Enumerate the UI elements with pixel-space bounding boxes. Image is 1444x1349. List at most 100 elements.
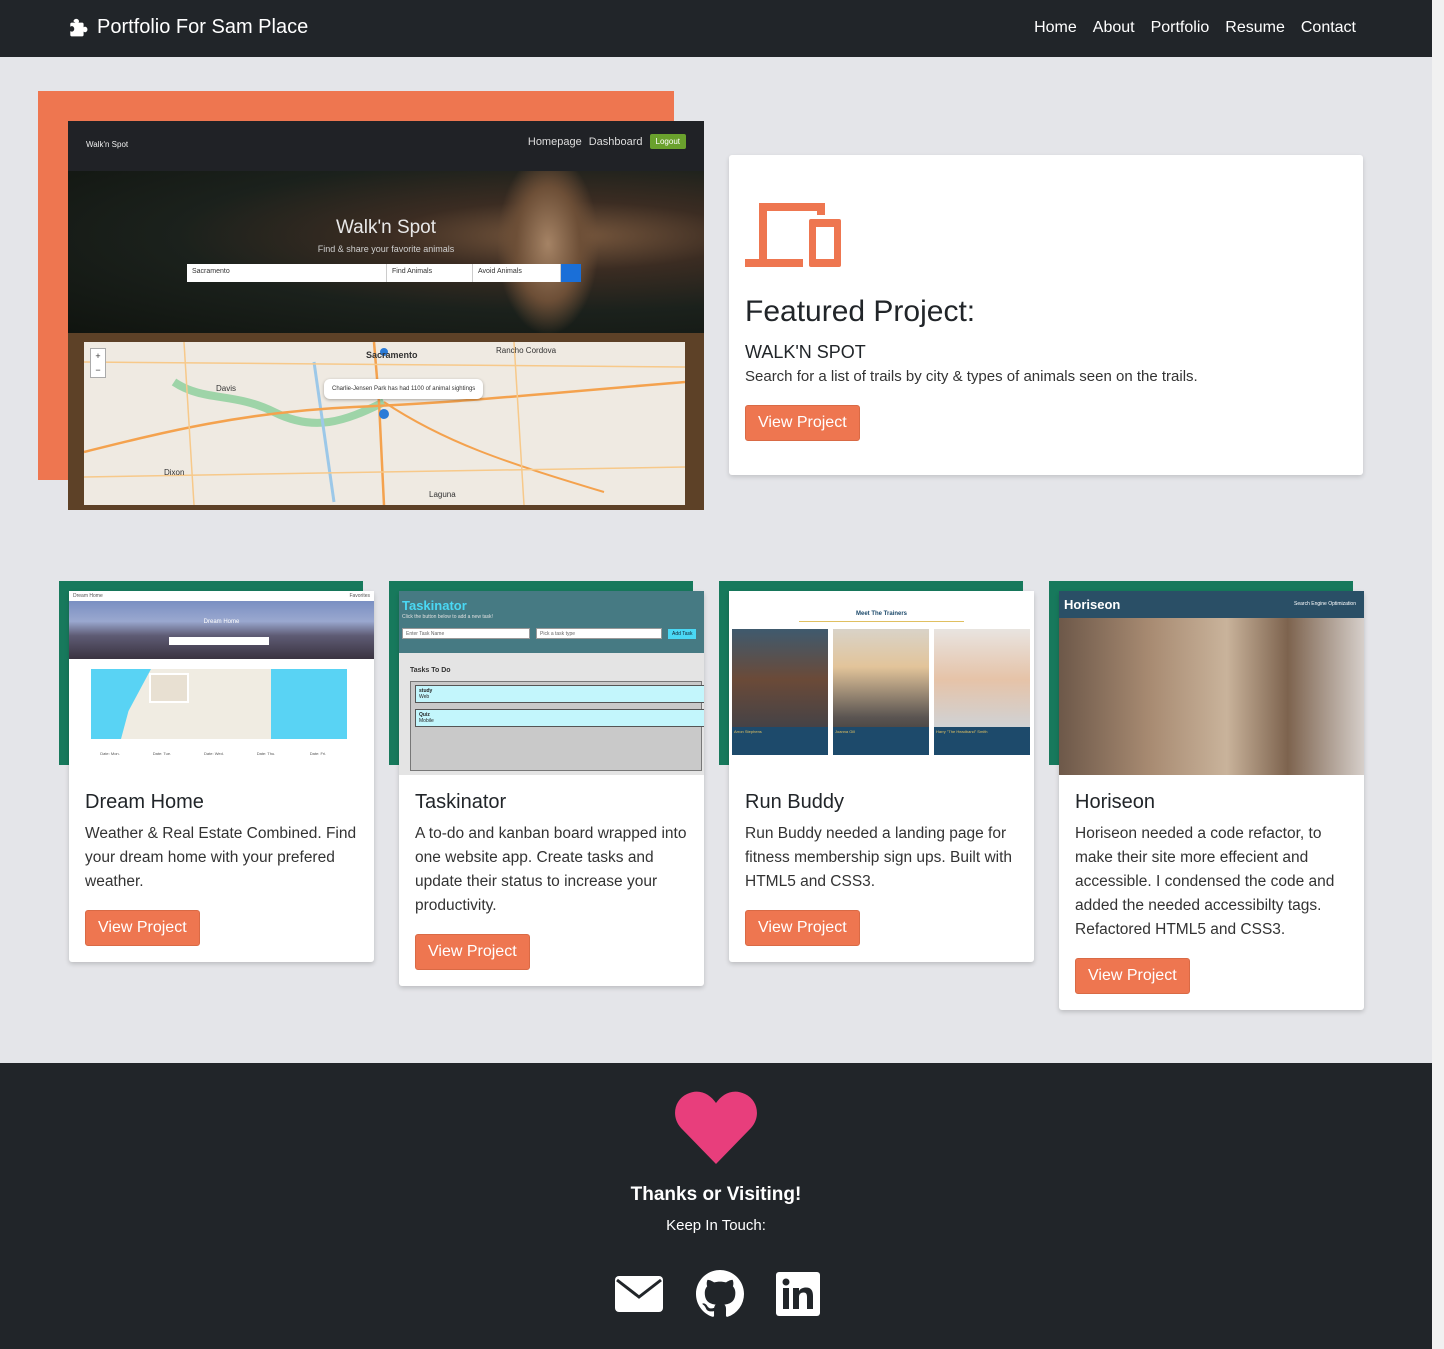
ws-avoid-select: Avoid Animals xyxy=(473,264,561,282)
ws-homepage: Homepage xyxy=(527,135,582,148)
dh-day: Date: Mon. xyxy=(100,751,120,756)
project-body: Dream Home Weather & Real Estate Combine… xyxy=(69,775,374,962)
email-icon[interactable] xyxy=(614,1275,664,1313)
tk-title: Taskinator xyxy=(402,598,467,613)
nav-about[interactable]: About xyxy=(1093,19,1135,37)
project-description: Horiseon needed a code refactor, to make… xyxy=(1075,825,1335,938)
rb-trainer-photo: Arron Stephens xyxy=(732,629,828,755)
project-title: Taskinator xyxy=(415,791,507,813)
ws-zoom-control: + − xyxy=(90,348,106,378)
view-project-button[interactable]: View Project xyxy=(1075,958,1190,994)
ws-logout: Logout xyxy=(649,134,686,149)
map-roads xyxy=(84,342,685,505)
project-screenshot-horiseon: Horiseon Search Engine Optimization xyxy=(1059,591,1364,775)
tk-header: Taskinator Click the button below to add… xyxy=(399,591,704,653)
featured-project-name: WALK'N SPOT xyxy=(745,342,866,362)
view-project-button[interactable]: View Project xyxy=(415,934,530,970)
scrollbar[interactable] xyxy=(1432,0,1444,1349)
tk-task: Quiz Mobile xyxy=(415,709,704,727)
nav-resume[interactable]: Resume xyxy=(1225,19,1285,37)
brand[interactable]: Portfolio For Sam Place xyxy=(68,16,308,39)
tk-add-button: Add Task xyxy=(668,628,697,639)
ws-logo: Walk'n Spot xyxy=(86,140,129,149)
project-body: Run Buddy Run Buddy needed a landing pag… xyxy=(729,775,1034,962)
ws-search-input: Sacramento xyxy=(187,264,387,282)
project-card-run-buddy: Meet The Trainers Arron Stephens Joanna … xyxy=(729,591,1034,962)
featured-heading: Featured Project: xyxy=(745,295,976,328)
ws-search: Sacramento Find Animals Avoid Animals xyxy=(187,264,581,282)
tk-task-type: Mobile xyxy=(419,718,434,724)
dh-day: Date: Fri. xyxy=(309,751,327,756)
heart-icon xyxy=(675,1091,757,1164)
dh-top-title: Dream Home xyxy=(73,593,103,599)
project-screenshot-dream-home: Dream Home Favorites Dream Home Date: Mon… xyxy=(69,591,374,775)
rb-trainer-caption: Joanna Gill xyxy=(833,727,929,755)
view-project-button[interactable]: View Project xyxy=(85,910,200,946)
ws-navbar: Walk'n Spot Homepage Dashboard Logout xyxy=(68,121,704,171)
footer-keep-in-touch: Keep In Touch: xyxy=(666,1217,766,1234)
hs-header: Horiseon Search Engine Optimization xyxy=(1059,591,1364,618)
view-project-button[interactable]: View Project xyxy=(745,910,860,946)
nav-home[interactable]: Home xyxy=(1034,19,1077,37)
dh-hero-title: Dream Home xyxy=(203,619,240,625)
ws-search-button xyxy=(561,264,581,282)
navbar: Portfolio For Sam Place Home About Portf… xyxy=(0,0,1432,57)
tk-task-type: Web xyxy=(419,694,430,700)
featured-description: Search for a list of trails by city & ty… xyxy=(745,368,1198,385)
tk-column-label: Tasks To Do xyxy=(410,667,451,674)
footer: Thanks or Visiting! Keep In Touch: xyxy=(0,1063,1432,1349)
project-screenshot-run-buddy: Meet The Trainers Arron Stephens Joanna … xyxy=(729,591,1034,775)
project-title: Horiseon xyxy=(1075,791,1156,813)
nav-contact[interactable]: Contact xyxy=(1301,19,1356,37)
ws-hero: Walk'n Spot Find & share your favorite a… xyxy=(68,171,704,333)
ws-hero-subtitle: Find & share your favorite animals xyxy=(317,244,455,254)
dh-search xyxy=(169,637,269,645)
ws-hero-title: Walk'n Spot xyxy=(335,217,437,238)
ws-map-wrap: + − Sacramento Rancho Cordova Davis Dixon… xyxy=(68,333,704,510)
rb-trainer-photo: Joanna Gill xyxy=(833,629,929,755)
tk-task-input: Enter Task Name xyxy=(402,628,530,639)
project-description: Run Buddy needed a landing page for fitn… xyxy=(745,825,1013,890)
project-title: Dream Home xyxy=(85,791,204,813)
social-links xyxy=(614,1270,820,1318)
ws-map-popup: Charlie-Jensen Park has had 1100 of anim… xyxy=(324,379,484,399)
ws-city: Laguna xyxy=(429,490,456,499)
devices-icon xyxy=(745,203,841,267)
dh-day: Date: Thu. xyxy=(256,751,276,756)
project-description: Weather & Real Estate Combined. Find you… xyxy=(85,825,357,890)
ws-city: Rancho Cordova xyxy=(496,346,557,355)
dh-day: Date: Tue. xyxy=(152,751,172,756)
hs-title: Horiseon xyxy=(1064,597,1121,612)
nav-portfolio[interactable]: Portfolio xyxy=(1151,19,1210,37)
rb-heading: Meet The Trainers xyxy=(855,611,908,617)
dh-map xyxy=(91,669,347,739)
linkedin-icon[interactable] xyxy=(776,1272,820,1316)
dh-map-land xyxy=(121,669,271,739)
rb-divider xyxy=(799,621,964,622)
project-card-dream-home: Dream Home Favorites Dream Home Date: Mon… xyxy=(69,591,374,962)
dh-favorites: Favorites xyxy=(349,593,370,599)
rb-trainer-caption: Arron Stephens xyxy=(732,727,828,755)
tk-subtitle: Click the button below to add a new task… xyxy=(402,614,493,620)
tk-type-select: Pick a task type xyxy=(536,628,662,639)
project-card-horiseon: Horiseon Search Engine Optimization Hori… xyxy=(1059,591,1364,1010)
github-icon[interactable] xyxy=(696,1270,744,1318)
rb-trainer-caption: Harry "The Headband" Smith xyxy=(934,727,1030,755)
brand-title: Portfolio For Sam Place xyxy=(97,16,309,38)
nav-links: Home About Portfolio Resume Contact xyxy=(1018,19,1356,37)
dh-forecast: Date: Mon. Date: Tue. Date: Wed. Date: T… xyxy=(89,751,339,756)
project-body: Horiseon Horiseon needed a code refactor… xyxy=(1059,775,1364,1010)
featured-view-project-button[interactable]: View Project xyxy=(745,405,860,441)
dh-topbar: Dream Home Favorites xyxy=(69,591,374,601)
hs-team-photo xyxy=(1059,618,1364,775)
dh-map-popup xyxy=(149,673,189,703)
ws-map: + − Sacramento Rancho Cordova Davis Dixon… xyxy=(84,342,685,505)
hs-nav: Search Engine Optimization xyxy=(1294,601,1356,607)
puzzle-piece-icon xyxy=(70,18,88,36)
ws-nav-links: Homepage Dashboard Logout xyxy=(521,134,686,149)
ws-city: Davis xyxy=(216,384,237,393)
featured-screenshot: Walk'n Spot Homepage Dashboard Logout Wa… xyxy=(68,121,704,510)
ws-dashboard: Dashboard xyxy=(588,135,643,148)
footer-thanks: Thanks or Visiting! xyxy=(630,1184,802,1205)
dh-day: Date: Wed. xyxy=(204,751,224,756)
